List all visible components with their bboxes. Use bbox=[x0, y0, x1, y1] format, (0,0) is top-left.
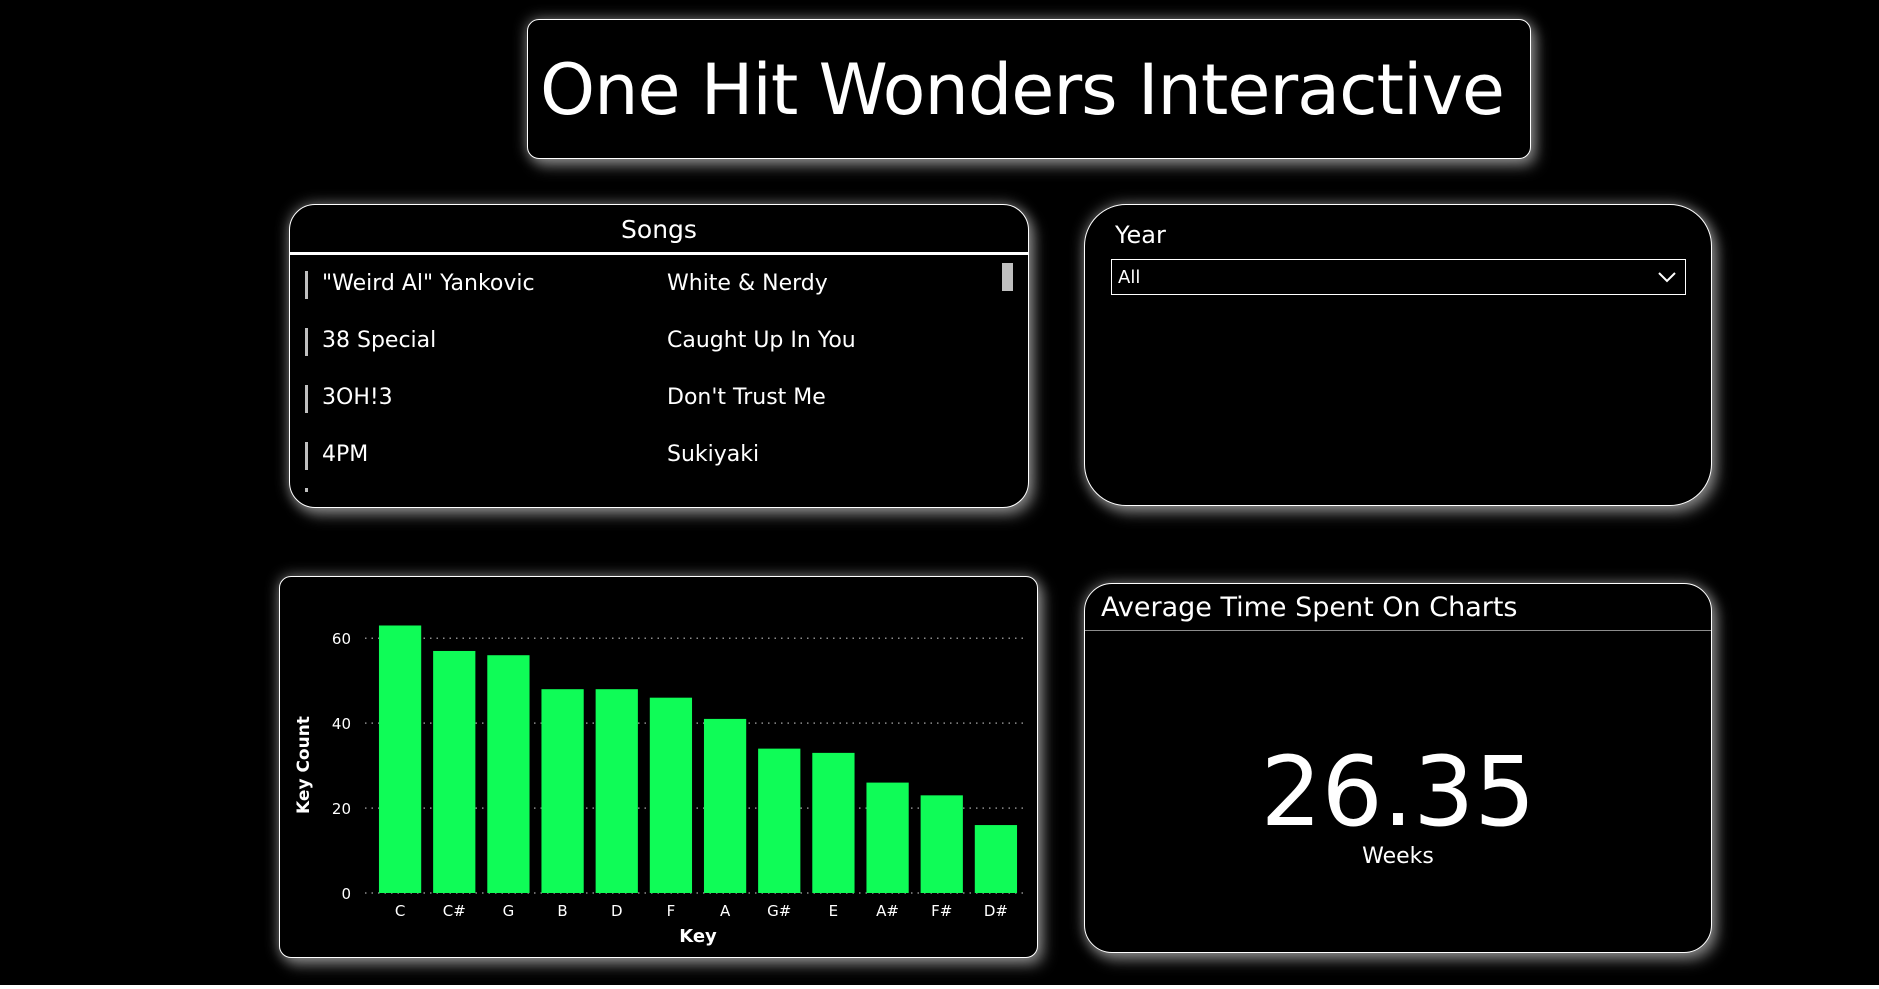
x-axis-title: Key bbox=[679, 926, 717, 947]
table-row[interactable]: "Weird Al" Yankovic White & Nerdy bbox=[290, 263, 990, 319]
bar bbox=[433, 650, 476, 893]
table-row[interactable]: 38 Special Caught Up In You bbox=[290, 320, 990, 376]
song-cell: Sukiyaki bbox=[667, 442, 760, 467]
year-slicer: Year All bbox=[1084, 204, 1712, 506]
bar bbox=[974, 825, 1018, 893]
artist-cell: 3OH!3 bbox=[322, 385, 393, 410]
y-tick-label: 40 bbox=[332, 715, 351, 733]
average-time-card: Average Time Spent On Charts 26.35 Weeks bbox=[1084, 583, 1712, 953]
x-tick-label: E bbox=[829, 902, 838, 920]
kpi-title-divider bbox=[1085, 630, 1711, 631]
kpi-unit: Weeks bbox=[1362, 844, 1434, 869]
key-count-chart: 0 20 40 60 C C# G B D F A G# E A# F# D# Key Key Count bbox=[279, 576, 1038, 958]
x-tick-label: A# bbox=[876, 902, 899, 920]
y-tick-label: 0 bbox=[341, 885, 351, 903]
table-row[interactable]: 3OH!3 Don't Trust Me bbox=[290, 377, 990, 433]
bar bbox=[758, 748, 801, 893]
x-tick-label: G bbox=[503, 902, 515, 920]
key-count-chart-svg: 0 20 40 60 C C# G B D F A G# E A# F# D# Key Key Count bbox=[294, 625, 1023, 947]
table-row[interactable]: 4PM Sukiyaki bbox=[290, 434, 990, 490]
bar bbox=[920, 795, 963, 893]
songs-table[interactable]: Songs "Weird Al" Yankovic White & Nerdy … bbox=[289, 204, 1029, 508]
song-cell: White & Nerdy bbox=[667, 271, 828, 296]
page-title: One Hit Wonders Interactive bbox=[540, 49, 1505, 131]
songs-header-divider bbox=[290, 252, 1028, 255]
y-tick-label: 20 bbox=[332, 800, 351, 818]
row-indicator bbox=[305, 271, 308, 299]
y-axis-title: Key Count bbox=[294, 716, 314, 814]
songs-table-title: Songs bbox=[621, 215, 697, 244]
row-indicator-partial bbox=[305, 488, 308, 492]
x-tick-label: D# bbox=[984, 902, 1008, 920]
artist-cell: 38 Special bbox=[322, 328, 437, 353]
song-cell: Caught Up In You bbox=[667, 328, 856, 353]
songs-scrollbar-thumb[interactable] bbox=[1002, 263, 1013, 291]
report-canvas: One Hit Wonders Interactive Songs "Weird… bbox=[0, 0, 1879, 985]
row-indicator bbox=[305, 385, 308, 413]
year-slicer-label: Year bbox=[1115, 221, 1166, 249]
row-indicator bbox=[305, 328, 308, 356]
bar bbox=[541, 689, 584, 893]
x-tick-label: D bbox=[611, 902, 623, 920]
bar bbox=[378, 625, 422, 893]
kpi-value: 26.35 bbox=[1260, 736, 1536, 848]
x-tick-label: F bbox=[667, 902, 676, 920]
kpi-title: Average Time Spent On Charts bbox=[1101, 592, 1518, 623]
year-dropdown[interactable]: All bbox=[1111, 259, 1686, 295]
bar bbox=[812, 752, 855, 893]
artist-cell: 4PM bbox=[322, 442, 369, 467]
bar bbox=[703, 718, 747, 893]
x-tick-label: G# bbox=[767, 902, 791, 920]
year-dropdown-value: All bbox=[1118, 267, 1141, 288]
row-indicator bbox=[305, 442, 308, 470]
bar bbox=[649, 697, 693, 893]
x-tick-label: C bbox=[395, 902, 405, 920]
title-card: One Hit Wonders Interactive bbox=[527, 19, 1531, 159]
x-tick-label: B bbox=[557, 902, 567, 920]
bar bbox=[595, 689, 638, 893]
song-cell: Don't Trust Me bbox=[667, 385, 826, 410]
bar bbox=[866, 782, 909, 893]
artist-cell: "Weird Al" Yankovic bbox=[322, 271, 535, 296]
x-tick-label: F# bbox=[931, 902, 952, 920]
x-tick-label: C# bbox=[443, 902, 466, 920]
chevron-down-icon[interactable] bbox=[1657, 268, 1677, 286]
x-tick-label: A bbox=[720, 902, 731, 920]
bar bbox=[487, 655, 530, 893]
y-tick-label: 60 bbox=[332, 630, 351, 648]
